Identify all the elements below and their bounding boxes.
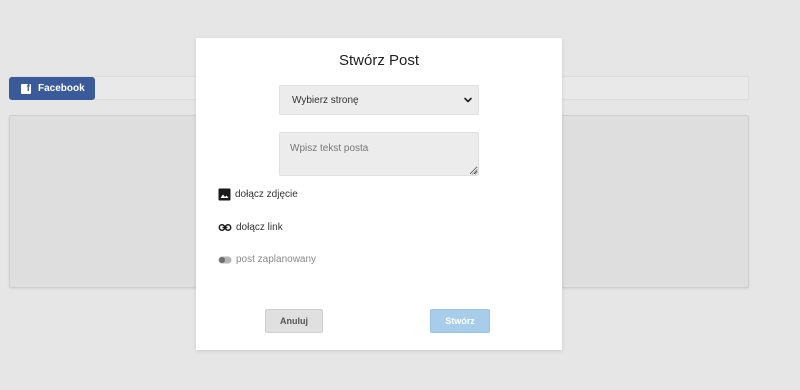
scheduled-post-label: post zaplanowany xyxy=(236,254,317,265)
modal-title: Stwórz Post xyxy=(338,52,420,69)
tab-facebook-label: Facebook xyxy=(38,83,85,94)
attach-link-label: dołącz link xyxy=(236,222,283,233)
attach-photo-option[interactable]: dołącz zdjęcie xyxy=(218,188,298,201)
chevron-down-icon xyxy=(464,97,472,103)
create-post-modal: Stwórz Post Wybierz stronę dołącz zdjęci… xyxy=(196,38,562,350)
tab-facebook[interactable]: f Facebook xyxy=(9,77,95,100)
scheduled-post-toggle[interactable]: post zaplanowany xyxy=(218,254,316,265)
link-icon xyxy=(218,224,232,231)
resize-handle-icon[interactable] xyxy=(471,168,478,175)
attach-link-option[interactable]: dołącz link xyxy=(218,221,283,234)
attach-photo-label: dołącz zdjęcie xyxy=(235,189,298,200)
image-icon xyxy=(218,188,231,201)
page-select-value: Wybierz stronę xyxy=(292,94,359,106)
page-select[interactable]: Wybierz stronę xyxy=(279,85,479,115)
facebook-icon: f xyxy=(21,83,31,94)
post-text-input[interactable] xyxy=(279,132,479,176)
cancel-button[interactable]: Anuluj xyxy=(265,309,323,333)
create-button[interactable]: Stwórz xyxy=(430,309,490,333)
toggle-icon xyxy=(218,256,232,263)
